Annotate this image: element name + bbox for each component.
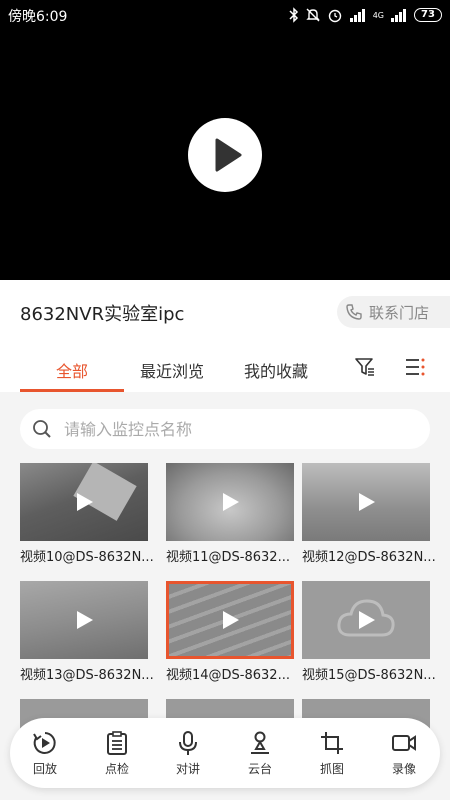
- camera-label: 视频13@DS-8632N...: [20, 668, 154, 683]
- contact-store-label: 联系门店: [369, 303, 430, 322]
- play-icon: [223, 493, 239, 511]
- search-input[interactable]: [64, 409, 414, 449]
- record-icon: [392, 735, 416, 751]
- playback-icon: [33, 732, 56, 754]
- inspection-button[interactable]: 点检: [87, 730, 147, 777]
- status-icons: 4G 73: [289, 5, 442, 25]
- filter-icon[interactable]: [354, 356, 376, 378]
- search-bar: [20, 409, 430, 449]
- play-icon: [215, 138, 242, 172]
- network-type: 4G: [372, 10, 384, 20]
- screenshot-label: 抓图: [319, 762, 344, 776]
- status-time: 傍晚6:09: [8, 9, 68, 25]
- tab-favorites[interactable]: 我的收藏: [244, 358, 308, 382]
- ptz-icon: [251, 731, 269, 754]
- camera-label: 视频14@DS-8632...: [166, 668, 290, 683]
- camera-label: 视频10@DS-8632N...: [20, 550, 154, 565]
- tab-recent[interactable]: 最近浏览: [140, 358, 204, 382]
- play-icon: [359, 611, 375, 629]
- signal-icon-2: [391, 9, 406, 22]
- inspection-label: 点检: [104, 762, 129, 776]
- camera-thumbnail[interactable]: [166, 463, 294, 541]
- search-icon: [33, 420, 51, 438]
- playback-label: 回放: [32, 762, 57, 776]
- menu-list-icon[interactable]: [404, 356, 426, 378]
- checklist-icon: [107, 731, 127, 755]
- screenshot-button[interactable]: 抓图: [302, 730, 362, 777]
- tab-bar: 全部 最近浏览 我的收藏: [0, 340, 450, 392]
- bottom-toolbar: 回放 点检 对讲 云台 抓图 录像: [10, 718, 440, 788]
- ptz-button[interactable]: 云台: [230, 730, 290, 777]
- crop-icon: [321, 732, 343, 754]
- ptz-label: 云台: [247, 762, 272, 776]
- camera-thumbnail-selected[interactable]: [166, 581, 294, 659]
- playback-button[interactable]: 回放: [15, 730, 75, 777]
- camera-label: 视频12@DS-8632N...: [302, 550, 436, 565]
- app-screen: 傍晚6:09 4G 73 8632NVR实验室ipc 联系门店 全部 最近浏览 …: [0, 0, 450, 800]
- mute-bell-icon: [306, 8, 320, 22]
- camera-thumbnail[interactable]: [20, 463, 148, 541]
- play-icon: [359, 493, 375, 511]
- contact-store-button[interactable]: 联系门店: [337, 296, 450, 328]
- device-info-bar: 8632NVR实验室ipc 联系门店: [0, 280, 450, 340]
- play-icon: [223, 611, 239, 629]
- play-icon: [77, 611, 93, 629]
- record-button[interactable]: 录像: [374, 730, 434, 777]
- play-button[interactable]: [188, 118, 262, 192]
- phone-icon: [346, 304, 362, 320]
- tab-underline: [20, 389, 124, 392]
- battery-indicator: 73: [414, 8, 442, 22]
- camera-thumbnail[interactable]: [20, 581, 148, 659]
- camera-thumbnail-offline[interactable]: [302, 581, 430, 659]
- bluetooth-icon: [289, 7, 298, 23]
- camera-thumbnail[interactable]: [302, 463, 430, 541]
- alarm-icon: [328, 9, 341, 23]
- tab-all[interactable]: 全部: [56, 358, 88, 382]
- intercom-button[interactable]: 对讲: [158, 730, 218, 777]
- video-player[interactable]: 傍晚6:09 4G 73: [0, 0, 450, 280]
- device-name: 8632NVR实验室ipc: [20, 304, 185, 325]
- camera-label: 视频11@DS-8632...: [166, 550, 290, 565]
- signal-icon: [349, 9, 365, 22]
- camera-label: 视频15@DS-8632N...: [302, 668, 436, 683]
- record-label: 录像: [391, 762, 416, 776]
- status-bar: 傍晚6:09 4G 73: [0, 0, 450, 30]
- play-icon: [77, 493, 93, 511]
- intercom-label: 对讲: [175, 762, 200, 776]
- microphone-icon: [179, 731, 197, 755]
